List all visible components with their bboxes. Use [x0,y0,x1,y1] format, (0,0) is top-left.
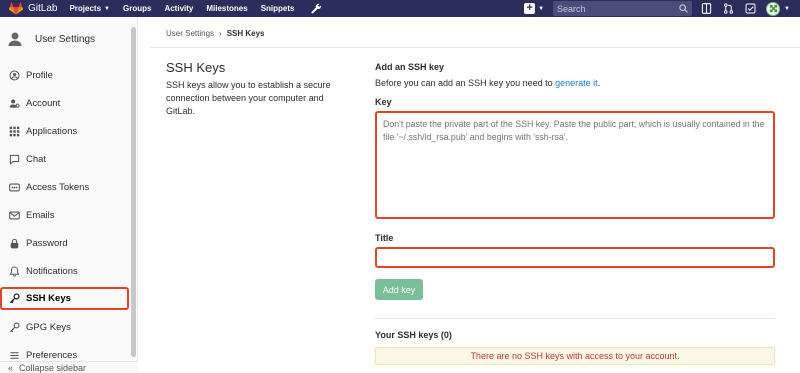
breadcrumb: User Settings › SSH Keys [166,29,265,38]
collapse-sidebar-button[interactable]: « Collapse sidebar [0,361,138,373]
page-title: SSH Keys [166,60,226,75]
sidebar-item-label: Password [26,237,68,249]
empty-keys-notice: There are no SSH keys with access to you… [375,347,775,365]
collapse-icon: « [8,362,14,373]
chevron-down-icon: ▼ [538,5,545,12]
password-icon [8,237,20,249]
sidebar-item-account[interactable]: Account [0,89,137,117]
generate-it-link[interactable]: generate it [555,78,598,88]
avatar-identicon-icon [769,4,777,13]
section-divider [375,318,775,319]
sidebar-title: User Settings [35,33,96,45]
nav-groups[interactable]: Groups [123,4,151,13]
search-input[interactable]: Search [553,1,693,16]
sidebar-item-label: Applications [26,125,78,137]
nav-snippets-label: Snippets [260,4,295,13]
sidebar-item-password[interactable]: Password [0,229,137,257]
sidebar-item-gpg-keys[interactable]: GPG Keys [0,313,137,341]
profile-icon [8,69,20,81]
preferences-icon [8,349,20,361]
sidebar-item-label: SSH Keys [26,293,71,304]
nav-activity[interactable]: Activity [164,4,193,13]
your-keys-heading: Your SSH keys (0) [375,330,452,340]
breadcrumb-current: SSH Keys [226,29,265,38]
nav-milestones-label: Milestones [206,4,248,13]
todos-sidebar-icon[interactable] [700,3,712,15]
breadcrumb-separator: › [219,29,222,38]
add-key-heading: Add an SSH key [375,62,445,72]
topbar-right: + ▼ Search ▼ [524,0,800,17]
add-key-button[interactable]: Add key [375,279,423,300]
todo-checkbox-icon[interactable] [744,3,756,15]
nav-groups-label: Groups [123,4,152,13]
nav-milestones[interactable]: Milestones [206,4,247,13]
nav-projects-label: Projects [69,4,102,13]
access-tokens-icon [8,181,20,193]
sidebar-item-applications[interactable]: Applications [0,117,137,145]
sidebar-item-label: GPG Keys [26,321,71,333]
breadcrumb-divider [150,47,800,48]
title-input[interactable] [375,247,775,268]
new-dropdown-button[interactable]: + ▼ [524,2,544,15]
emails-icon [8,209,20,221]
title-label: Title [375,233,394,243]
sidebar-item-label: Access Tokens [26,181,90,193]
add-key-description: Before you can add an SSH key you need t… [375,78,600,88]
add-key-desc-suffix: . [597,78,601,88]
top-navbar: GitLab Projects ▼ Groups Activity Milest… [0,0,800,17]
sidebar-header[interactable]: User Settings [0,17,137,61]
breadcrumb-parent-link[interactable]: User Settings [166,29,214,38]
chat-icon [8,153,20,165]
ssh-key-icon [8,293,20,305]
nav-activity-label: Activity [164,4,194,13]
gitlab-tanuki-icon [9,2,23,15]
search-icon [679,4,688,13]
sidebar-scrollbar[interactable] [131,27,136,357]
sidebar-item-label: Preferences [26,349,78,361]
applications-icon [8,125,20,137]
sidebar-item-chat[interactable]: Chat [0,145,137,173]
sidebar-item-ssh-keys[interactable]: SSH Keys [0,287,129,310]
gitlab-logo[interactable]: GitLab [9,2,57,15]
sidebar-item-label: Profile [26,69,53,81]
chevron-down-icon: ▼ [104,5,110,12]
admin-wrench-icon[interactable] [311,3,323,15]
sidebar-item-profile[interactable]: Profile [0,61,137,89]
user-avatar[interactable] [766,1,781,16]
sidebar-item-notifications[interactable]: Notifications [0,257,137,285]
sidebar-item-label: Emails [26,209,55,221]
plus-icon: + [524,3,536,14]
brand-name: GitLab [28,3,58,14]
search-placeholder: Search [557,3,586,14]
gpg-key-icon [8,321,20,333]
nav-projects[interactable]: Projects ▼ [69,4,110,13]
key-textarea[interactable] [375,111,775,219]
page-description: SSH keys allow you to establish a secure… [166,80,331,116]
sidebar-item-label: Notifications [26,265,78,277]
collapse-sidebar-label: Collapse sidebar [19,362,87,373]
merge-request-icon[interactable] [722,3,734,15]
user-icon [8,32,22,46]
add-key-desc-prefix: Before you can add an SSH key you need t… [375,78,556,88]
key-label: Key [375,97,392,107]
notifications-icon [8,265,20,277]
sidebar-item-emails[interactable]: Emails [0,201,137,229]
sidebar-item-label: Account [26,97,61,109]
empty-keys-message: There are no SSH keys with access to you… [470,351,680,361]
sidebar-item-access-tokens[interactable]: Access Tokens [0,173,137,201]
chevron-down-icon: ▼ [784,5,790,12]
nav-snippets[interactable]: Snippets [261,4,295,13]
sidebar-item-label: Chat [26,153,47,165]
settings-sidebar: User Settings Profile Account Applicatio… [0,17,138,373]
account-icon [8,97,20,109]
